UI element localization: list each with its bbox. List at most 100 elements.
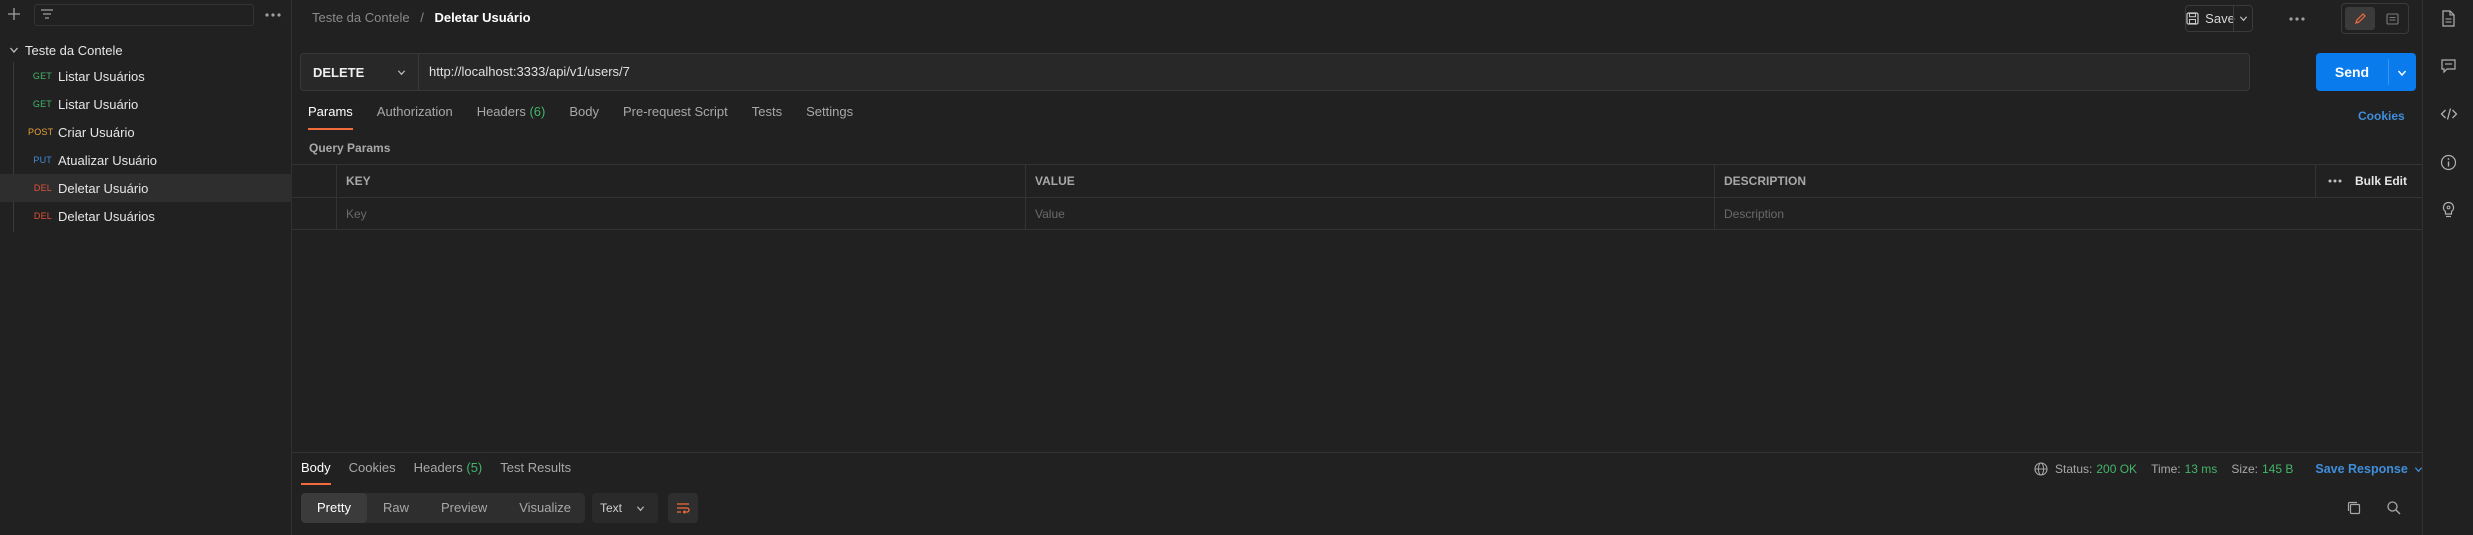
sidebar-request-item[interactable]: POST Criar Usuário <box>0 118 292 146</box>
size-info[interactable]: Size: 145 B <box>2231 462 2293 476</box>
sidebar-request-item[interactable]: GET Listar Usuário <box>0 90 292 118</box>
response-tabs: Body Cookies Headers (5) Test Results <box>301 460 589 485</box>
info-icon[interactable] <box>2440 154 2457 171</box>
method-select[interactable]: DELETE <box>301 54 419 90</box>
time-label: Time: <box>2151 462 2181 476</box>
sidebar-toolbar <box>0 0 292 30</box>
more-options-icon[interactable] <box>265 13 281 17</box>
param-value-input[interactable]: Value <box>1025 198 1714 230</box>
view-visualize[interactable]: Visualize <box>503 493 587 523</box>
param-description-input[interactable]: Description <box>1714 198 2315 230</box>
response-view-switcher: Pretty Raw Preview Visualize <box>301 493 585 523</box>
doc-mode-button[interactable] <box>2377 7 2407 30</box>
search-icon[interactable] <box>2386 500 2402 516</box>
plus-icon[interactable] <box>7 7 21 21</box>
comments-icon[interactable] <box>2440 58 2457 74</box>
chevron-down-icon <box>397 68 406 77</box>
sidebar-request-item[interactable]: GET Listar Usuários <box>0 62 292 90</box>
response-tab-headers[interactable]: Headers (5) <box>414 460 483 485</box>
response-divider[interactable] <box>292 452 2422 453</box>
sidebar-request-item[interactable]: DEL Deletar Usuário <box>0 174 292 202</box>
tab-headers-label: Headers <box>476 104 526 119</box>
col-value-header: VALUE <box>1025 165 1714 197</box>
send-label: Send <box>2334 64 2370 80</box>
response-tab-body[interactable]: Body <box>301 460 331 485</box>
time-info[interactable]: Time: 13 ms <box>2151 462 2217 476</box>
response-headers-count: (5) <box>466 460 483 475</box>
save-icon <box>2186 12 2199 25</box>
sidebar-request-item[interactable]: DEL Deletar Usuários <box>0 202 292 230</box>
breadcrumb-separator: / <box>420 10 424 25</box>
tab-settings-label: Settings <box>806 104 854 119</box>
response-tab-body-label: Body <box>301 460 331 475</box>
method-value: DELETE <box>313 64 365 80</box>
wrap-lines-button[interactable] <box>668 493 698 523</box>
format-select[interactable]: Text <box>592 493 658 523</box>
status-value: 200 OK <box>2096 462 2138 476</box>
collection-name: Teste da Contele <box>25 42 123 58</box>
request-method-badge: POST <box>28 127 54 137</box>
request-tabs: Params Authorization Headers (6) Body Pr… <box>308 104 877 130</box>
request-method-badge: DEL <box>33 211 52 221</box>
response-status-bar: Status: 200 OK Time: 13 ms Size: 145 B Save… <box>2034 462 2423 476</box>
sidebar-search-input[interactable] <box>34 4 254 26</box>
view-mode-toggle <box>2341 3 2409 34</box>
url-input[interactable]: http://localhost:3333/api/v1/users/7 <box>429 54 630 90</box>
time-value: 13 ms <box>2184 462 2218 476</box>
breadcrumb-current[interactable]: Deletar Usuário <box>434 10 530 25</box>
breadcrumb: Teste da Contele / Deletar Usuário <box>312 10 531 25</box>
comment-icon <box>2385 12 2399 25</box>
tab-tests[interactable]: Tests <box>752 104 782 130</box>
tab-params-label: Params <box>308 104 353 119</box>
save-response-button[interactable]: Save Response <box>2315 462 2422 476</box>
chevron-down-icon[interactable] <box>2397 68 2407 78</box>
chevron-down-icon <box>636 504 645 513</box>
sidebar-request-item[interactable]: PUT Atualizar Usuário <box>0 146 292 174</box>
edit-mode-button[interactable] <box>2345 7 2375 30</box>
headers-count-badge: (6) <box>529 104 546 119</box>
view-pretty[interactable]: Pretty <box>301 493 367 523</box>
format-value: Text <box>600 501 623 515</box>
save-button[interactable]: Save <box>2185 5 2235 32</box>
save-response-label: Save Response <box>2315 462 2408 476</box>
save-options-button[interactable] <box>2233 5 2253 32</box>
save-label: Save <box>2205 11 2235 26</box>
breadcrumb-parent[interactable]: Teste da Contele <box>312 10 410 25</box>
size-value: 145 B <box>2262 462 2294 476</box>
chevron-down-icon[interactable] <box>9 45 19 55</box>
code-icon[interactable] <box>2440 107 2458 121</box>
wrap-icon <box>675 501 691 515</box>
view-preview[interactable]: Preview <box>425 493 503 523</box>
send-button[interactable]: Send <box>2316 53 2416 91</box>
request-method-badge: PUT <box>33 155 52 165</box>
cookies-link[interactable]: Cookies <box>2358 109 2405 123</box>
request-name: Criar Usuário <box>58 124 135 140</box>
table-row: Key Value Description <box>292 198 2422 231</box>
request-name: Listar Usuários <box>58 68 145 84</box>
bulk-edit-button[interactable]: Bulk Edit <box>2353 165 2422 197</box>
response-tab-tests[interactable]: Test Results <box>500 460 571 485</box>
request-method-badge: GET <box>32 71 52 81</box>
view-raw[interactable]: Raw <box>367 493 425 523</box>
tab-body[interactable]: Body <box>569 104 599 130</box>
lightbulb-icon[interactable] <box>2441 201 2456 219</box>
request-url-bar: DELETE http://localhost:3333/api/v1/user… <box>300 53 2250 91</box>
tab-authorization[interactable]: Authorization <box>377 104 453 130</box>
status-label: Status: <box>2055 462 2093 476</box>
param-key-input[interactable]: Key <box>336 198 1025 230</box>
tab-tests-label: Tests <box>751 104 783 119</box>
tab-headers[interactable]: Headers (6) <box>477 104 546 130</box>
status-info[interactable]: Status: 200 OK <box>2055 462 2137 476</box>
table-header-row: KEY VALUE DESCRIPTION Bulk Edit <box>292 165 2422 198</box>
more-options-icon <box>2328 179 2342 183</box>
tab-prerequest[interactable]: Pre-request Script <box>623 104 728 130</box>
response-tab-cookies[interactable]: Cookies <box>349 460 396 485</box>
collection-item[interactable]: Teste da Contele <box>0 38 292 62</box>
more-options-icon[interactable] <box>2289 17 2305 21</box>
tab-params[interactable]: Params <box>308 104 353 130</box>
globe-icon[interactable] <box>2034 462 2048 476</box>
copy-icon[interactable] <box>2346 500 2362 516</box>
tab-settings[interactable]: Settings <box>806 104 853 130</box>
documentation-icon[interactable] <box>2441 10 2456 27</box>
column-options-button[interactable] <box>2315 165 2353 197</box>
